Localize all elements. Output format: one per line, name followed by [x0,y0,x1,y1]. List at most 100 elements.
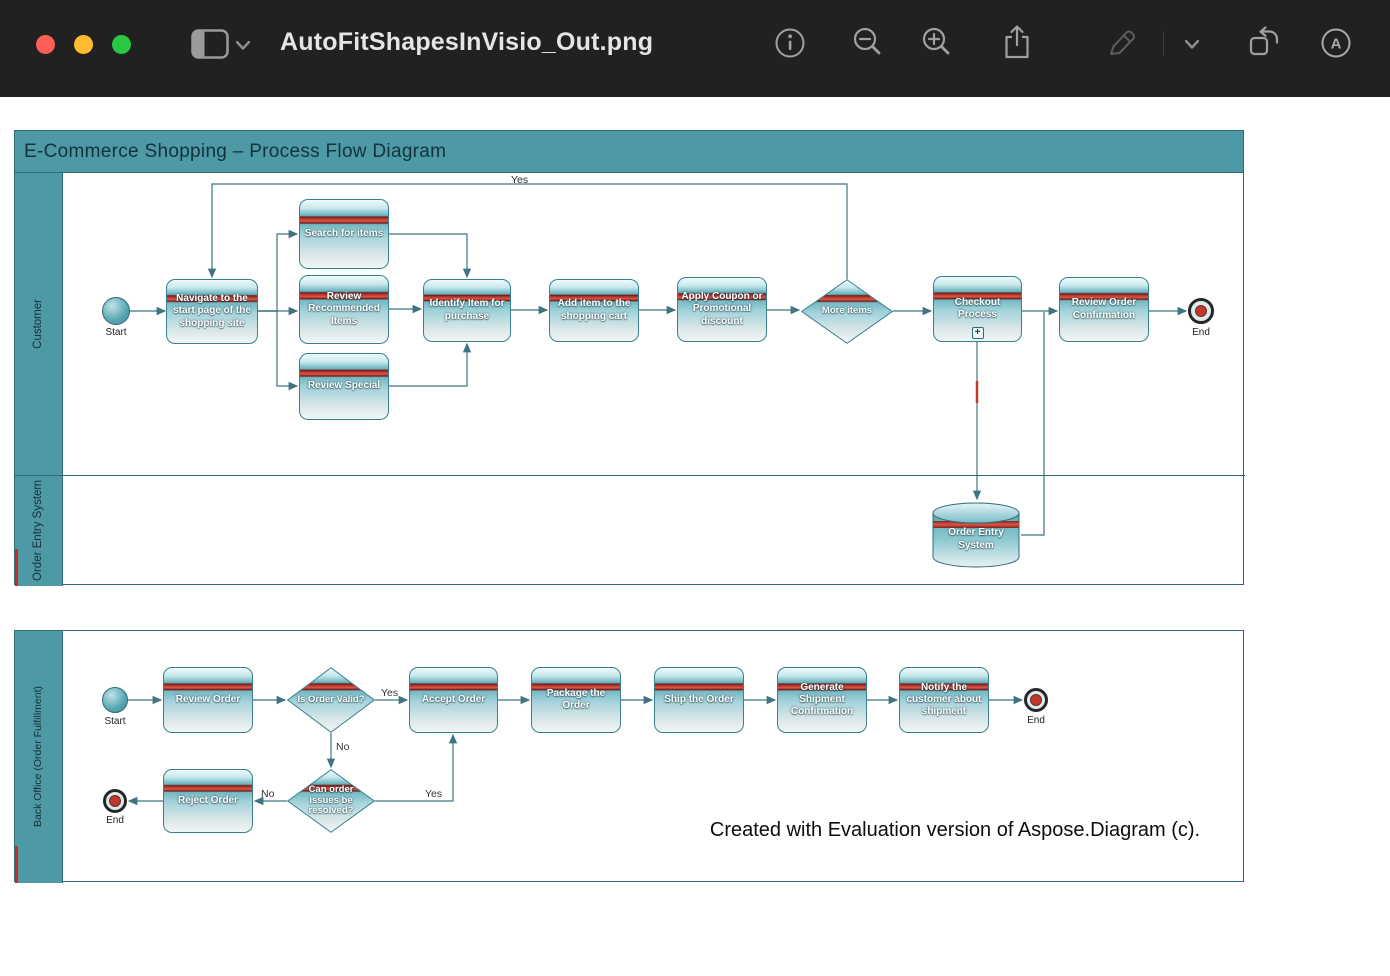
end-event [1188,298,1214,324]
start-event [102,297,130,325]
yes-label: Yes [511,174,528,186]
shape-label: Notify the customer about shipment [903,682,985,719]
shape-search-items: Search for items [299,199,389,269]
subprocess-plus-icon: + [972,327,984,339]
lane-divider [15,475,1245,476]
shape-checkout-process: Checkout Process + [933,276,1022,342]
shape-label: Review Order [176,694,240,706]
lane-back-office: Back Office (Order Fulfillment) [15,631,63,883]
yes-label: Yes [381,687,398,699]
shape-label: Navigate to the start page of the shoppi… [170,293,254,330]
share-button[interactable] [1002,24,1032,60]
lane-customer: Customer [15,173,63,475]
shape-navigate: Navigate to the start page of the shoppi… [166,279,258,344]
zoom-in-icon [920,25,954,59]
shape-label: Review Special [308,380,380,392]
start-caption: Start [98,327,134,338]
titlebar: AutoFitShapesInVisio_Out.png [0,0,1390,97]
shape-can-resolve-decision: Can order issues be resolved? [287,769,375,833]
preview-window: AutoFitShapesInVisio_Out.png [0,0,1390,976]
fullscreen-button[interactable] [112,35,131,54]
shape-label: Review Recommended Items [303,291,385,328]
shape-package-order: Package the Order [531,667,621,733]
sidebar-toggle-icon [191,29,229,59]
shape-label: Package the Order [535,688,617,712]
diagram-title: E-Commerce Shopping – Process Flow Diagr… [24,141,446,163]
shape-notify-customer: Notify the customer about shipment [899,667,989,733]
minimize-button[interactable] [74,35,93,54]
shape-label: More items [810,279,884,344]
shape-label: Add item to the shopping cart [553,298,635,322]
diagram-title-bar: E-Commerce Shopping – Process Flow Diagr… [15,131,1243,173]
chevron-down-icon [236,41,250,50]
toolbar-separator [1163,31,1164,56]
markup-button[interactable] [1105,28,1139,58]
shape-label: Can order issues be resolved? [296,769,366,833]
shape-label: Search for items [305,228,383,240]
share-icon [1002,24,1032,60]
shape-label: Checkout Process [937,297,1018,321]
shape-ship-order: Ship the Order [654,667,744,733]
rotate-button[interactable] [1248,25,1282,58]
lane-order-entry-system: Order Entry System [15,475,63,586]
lane-label: Order Entry System [31,480,45,581]
rotate-icon [1248,25,1282,58]
shape-review-order: Review Order [163,667,253,733]
svg-text:A: A [1331,36,1342,53]
start-event [102,687,128,713]
window-title: AutoFitShapesInVisio_Out.png [280,28,653,57]
shape-more-items-decision: More items [801,279,893,344]
shape-identify-item: Identify Item for purchase [423,279,511,342]
shape-label: Apply Coupon or Promotional discount [681,291,763,328]
shape-label: Identify Item for purchase [427,298,507,322]
markup-pencil-icon [1105,28,1139,58]
shape-label: Reject Order [178,795,238,807]
shape-label: Generate Shipment Confirmation [781,682,863,719]
zoom-out-button[interactable] [851,25,885,59]
shape-label: Review Order Confirmation [1063,297,1145,321]
end-caption: End [100,815,130,826]
shape-review-order-confirmation: Review Order Confirmation [1059,277,1149,342]
evaluation-watermark: Created with Evaluation version of Aspos… [670,819,1240,842]
diagram-ecommerce-flow: E-Commerce Shopping – Process Flow Diagr… [14,130,1244,585]
sidebar-toggle-button[interactable] [191,29,229,59]
yes-label: Yes [425,788,442,800]
eval-red-mark [15,549,18,586]
diagram-back-office: Back Office (Order Fulfillment) Yes No Y… [14,630,1244,882]
no-label: No [336,741,349,753]
image-canvas: E-Commerce Shopping – Process Flow Diagr… [0,97,1390,976]
close-button[interactable] [36,35,55,54]
shape-is-order-valid-decision: Is Order Valid? [287,667,375,733]
shape-reject-order: Reject Order [163,769,253,833]
shape-review-recommended: Review Recommended Items [299,275,389,344]
annotate-a-icon: A [1320,27,1352,59]
zoom-in-button[interactable] [920,25,954,59]
chevron-down-icon [1185,40,1199,49]
eval-red-mark [15,846,18,883]
no-label: No [261,788,274,800]
shape-generate-confirmation: Generate Shipment Confirmation [777,667,867,733]
sidebar-menu-chevron[interactable] [235,40,251,51]
annotate-button[interactable]: A [1320,27,1352,59]
end-caption: End [1021,715,1051,726]
diagram1-connectors [15,131,1245,586]
info-icon [774,27,806,59]
info-button[interactable] [774,27,806,59]
lane-label: Back Office (Order Fulfillment) [32,686,45,827]
end-event [1024,688,1048,712]
shape-label: Is Order Valid? [296,667,366,733]
shape-label: Order Entry System [931,527,1021,552]
start-caption: Start [99,716,131,727]
shape-order-entry-database: Order Entry System [931,501,1021,569]
shape-apply-coupon: Apply Coupon or Promotional discount [677,277,767,342]
zoom-out-icon [851,25,885,59]
shape-add-item: Add item to the shopping cart [549,279,639,342]
shape-accept-order: Accept Order [409,667,498,733]
shape-review-special: Review Special [299,353,389,420]
window-controls [36,35,131,54]
end-event [103,789,127,813]
shape-label: Ship the Order [664,694,733,706]
markup-menu-chevron[interactable] [1184,39,1200,50]
shape-label: Accept Order [422,694,485,706]
lane-label: Customer [31,299,45,349]
